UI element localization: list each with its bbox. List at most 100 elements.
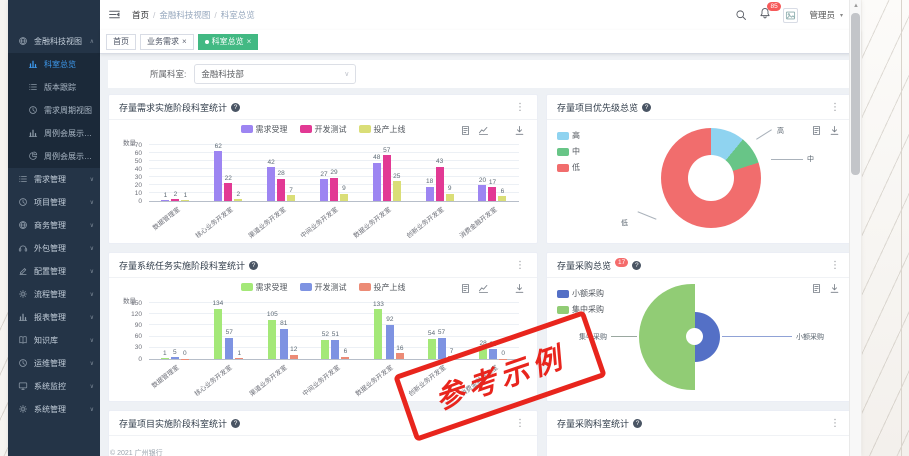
bar-wrap: 9	[340, 186, 348, 201]
y-tick-label: 10	[135, 191, 142, 198]
sidebar-item-科室总览[interactable]: 科室总览	[8, 53, 100, 76]
legend-swatch	[300, 125, 312, 133]
card-title: 存量采购总览	[557, 259, 611, 272]
close-icon[interactable]: ×	[182, 38, 187, 46]
sidebar-item-运维管理[interactable]: 运维管理∨	[8, 352, 100, 375]
bar-wrap: 29	[330, 170, 338, 201]
bar-value-label: 57	[226, 330, 233, 337]
help-icon[interactable]: ?	[632, 261, 641, 270]
download-icon[interactable]	[514, 283, 525, 294]
hamburger-icon[interactable]	[108, 8, 122, 22]
sidebar-item-流程管理[interactable]: 流程管理∨	[8, 283, 100, 306]
more-icon[interactable]: ⋮	[828, 261, 842, 271]
legend-item-投产上线[interactable]: 投产上线	[359, 282, 406, 293]
help-icon[interactable]: ?	[633, 419, 642, 428]
more-icon[interactable]: ⋮	[513, 261, 527, 271]
sidebar-item-需求周期视图[interactable]: 需求周期视图	[8, 99, 100, 122]
avatar[interactable]	[783, 8, 798, 23]
search-icon[interactable]	[735, 9, 748, 22]
legend-item-投产上线[interactable]: 投产上线	[359, 124, 406, 135]
y-tick-label: 90	[135, 323, 142, 330]
y-tick-label: 40	[135, 167, 142, 174]
bar-value-label: 9	[342, 186, 346, 193]
download-icon[interactable]	[829, 125, 840, 136]
more-icon[interactable]: ⋮	[513, 419, 527, 429]
tab-label: 业务需求	[147, 36, 179, 47]
caret-down-icon: ∨	[90, 176, 94, 183]
legend-item-需求受理[interactable]: 需求受理	[241, 282, 288, 293]
caret-down-icon: ∨	[90, 268, 94, 275]
sidebar-item-系统监控[interactable]: 系统监控∨	[8, 375, 100, 398]
bar-value-label: 2	[236, 192, 240, 199]
sidebar-item-商务管理[interactable]: 商务管理∨	[8, 214, 100, 237]
scrollbar-thumb[interactable]	[851, 13, 860, 175]
caret-down-icon: ∨	[90, 291, 94, 298]
legend-item-需求受理[interactable]: 需求受理	[241, 124, 288, 135]
line-chart-icon[interactable]	[478, 125, 489, 136]
bar-开发测试	[331, 340, 339, 359]
data-view-icon[interactable]	[811, 283, 822, 294]
card-header: 存量需求实施阶段科室统计 ? ⋮	[109, 95, 537, 120]
download-icon[interactable]	[514, 125, 525, 136]
card-header: 存量项目优先级总览 ? ⋮	[547, 95, 852, 120]
user-caret-icon[interactable]: ▾	[840, 12, 843, 19]
more-icon[interactable]: ⋮	[828, 419, 842, 429]
breadcrumb-item: 科室总览	[221, 9, 255, 21]
sidebar-item-周例会展示报表-采购[interactable]: 周例会展示报表-采购	[8, 145, 100, 168]
bar-chart-icon[interactable]	[496, 283, 507, 294]
card-title: 存量需求实施阶段科室统计	[119, 101, 227, 114]
sidebar-item-需求管理[interactable]: 需求管理∨	[8, 168, 100, 191]
card-title: 存量采购科室统计	[557, 417, 629, 430]
legend-item-中[interactable]: 中	[557, 146, 580, 157]
user-menu[interactable]: 管理员	[809, 9, 835, 21]
line-chart-icon[interactable]	[478, 283, 489, 294]
bar-投产上线	[396, 353, 404, 359]
legend-item-开发测试[interactable]: 开发测试	[300, 124, 347, 135]
sidebar-item-配置管理[interactable]: 配置管理∨	[8, 260, 100, 283]
tab-科室总览[interactable]: 科室总览×	[198, 34, 259, 50]
bar-wrap: 134	[212, 301, 223, 359]
data-view-icon[interactable]	[460, 125, 471, 136]
sidebar-item-知识库[interactable]: 知识库∨	[8, 329, 100, 352]
x-axis-label: 中间业务开发室	[298, 204, 340, 240]
bar-value-label: 81	[280, 321, 287, 328]
download-icon[interactable]	[829, 283, 840, 294]
bar-value-label: 9	[448, 186, 452, 193]
breadcrumb-item[interactable]: 金融科技视图	[159, 9, 210, 21]
more-icon[interactable]: ⋮	[828, 103, 842, 113]
legend-item-高[interactable]: 高	[557, 130, 580, 141]
sidebar-item-项目管理[interactable]: 项目管理∨	[8, 191, 100, 214]
sidebar-item-版本跟踪[interactable]: 版本跟踪	[8, 76, 100, 99]
legend-item-小额采购[interactable]: 小额采购	[557, 288, 604, 299]
department-select[interactable]: 金融科技部 ∨	[194, 64, 356, 84]
close-icon[interactable]: ×	[247, 38, 252, 46]
bar-wrap: 2	[234, 192, 242, 201]
plot: 121数据管理室62222核心业务开发室42287渠道业务开发室27299中间业…	[149, 146, 519, 202]
scrollbar-up-arrow[interactable]: ▲	[852, 2, 860, 10]
help-icon[interactable]: ?	[249, 261, 258, 270]
bar-wrap: 62	[214, 144, 222, 201]
sidebar-item-报表管理[interactable]: 报表管理∨	[8, 306, 100, 329]
globe-icon	[18, 220, 29, 231]
bar-chart-icon[interactable]	[496, 125, 507, 136]
sidebar-item-外包管理[interactable]: 外包管理∨	[8, 237, 100, 260]
tab-首页[interactable]: 首页	[106, 34, 136, 50]
sidebar-item-金融科技视图[interactable]: 金融科技视图∧	[8, 30, 100, 53]
breadcrumb-item[interactable]: 首页	[132, 9, 149, 21]
more-icon[interactable]: ⋮	[513, 103, 527, 113]
help-icon[interactable]: ?	[231, 419, 240, 428]
legend-item-开发测试[interactable]: 开发测试	[300, 282, 347, 293]
sidebar-item-label: 需求周期视图	[44, 105, 94, 116]
bar-group-数据业务开发室: 485725数据业务开发室	[372, 146, 402, 201]
data-view-icon[interactable]	[460, 283, 471, 294]
sidebar-item-周例会展示报表-项目[interactable]: 周例会展示报表-项目	[8, 122, 100, 145]
tab-业务需求[interactable]: 业务需求×	[140, 34, 194, 50]
legend-item-低[interactable]: 低	[557, 162, 580, 173]
sidebar-item-系统管理[interactable]: 系统管理∨	[8, 398, 100, 421]
help-icon[interactable]: ?	[231, 103, 240, 112]
filter-bar: 所属科室: 金融科技部 ∨	[108, 60, 853, 88]
help-icon[interactable]: ?	[642, 103, 651, 112]
notifications-button[interactable]: 85	[759, 6, 772, 24]
data-view-icon[interactable]	[811, 125, 822, 136]
y-tick-label: 20	[135, 183, 142, 190]
